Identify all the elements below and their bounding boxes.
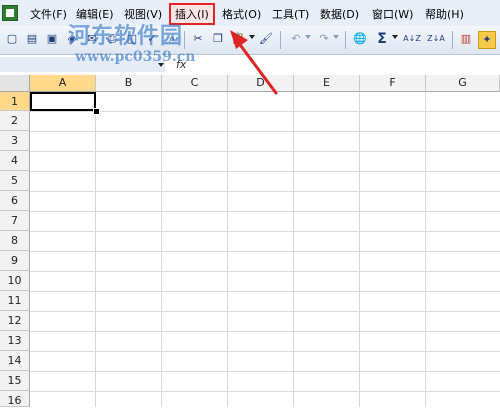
undo-dropdown-icon[interactable] — [305, 35, 311, 39]
save-icon[interactable]: ▣ — [44, 31, 60, 47]
menu-file[interactable]: 文件(F) — [30, 6, 67, 22]
gridline-vertical — [293, 92, 294, 407]
gridline-horizontal — [30, 171, 500, 172]
menu-format[interactable]: 格式(O) — [222, 6, 261, 22]
autosum-icon[interactable]: Σ — [374, 31, 390, 47]
gridline-vertical — [425, 92, 426, 407]
row-header-8[interactable]: 8 — [0, 231, 30, 251]
worksheet-grid[interactable]: A B C D E F G 1 2 3 4 5 6 7 8 9 10 11 12… — [0, 75, 500, 407]
format-painter-icon[interactable]: 🖌 — [258, 31, 274, 47]
row-header-14[interactable]: 14 — [0, 351, 30, 371]
column-header-b[interactable]: B — [96, 75, 162, 92]
new-document-icon[interactable]: ▢ — [4, 31, 20, 47]
gridline-horizontal — [30, 351, 500, 352]
open-folder-icon[interactable]: ▤ — [24, 31, 40, 47]
gridline-horizontal — [30, 331, 500, 332]
gridline-horizontal — [30, 191, 500, 192]
column-header-e[interactable]: E — [294, 75, 360, 92]
row-header-4[interactable]: 4 — [0, 151, 30, 171]
row-header-12[interactable]: 12 — [0, 311, 30, 331]
redo-dropdown-icon[interactable] — [333, 35, 339, 39]
toolbar-separator — [452, 31, 453, 49]
redo-icon[interactable]: ↷ — [316, 31, 332, 47]
gridline-horizontal — [30, 111, 500, 112]
row-header-6[interactable]: 6 — [0, 191, 30, 211]
gridline-horizontal — [30, 311, 500, 312]
column-header-a[interactable]: A — [30, 75, 96, 92]
copy-icon[interactable]: ❐ — [210, 31, 226, 47]
undo-icon[interactable]: ↶ — [288, 31, 304, 47]
paste-dropdown-icon[interactable] — [249, 35, 255, 39]
gridline-horizontal — [30, 391, 500, 392]
gridline-horizontal — [30, 231, 500, 232]
toolbar-separator — [280, 31, 281, 49]
gridline-horizontal — [30, 291, 500, 292]
sort-ascending-icon[interactable]: A↓Z — [402, 31, 422, 47]
active-cell-a1[interactable] — [30, 92, 96, 111]
gridline-vertical — [359, 92, 360, 407]
menu-data[interactable]: 数据(D) — [320, 6, 359, 22]
row-header-7[interactable]: 7 — [0, 211, 30, 231]
row-header-16[interactable]: 16 — [0, 391, 30, 407]
row-header-5[interactable]: 5 — [0, 171, 30, 191]
column-header-d[interactable]: D — [228, 75, 294, 92]
gridline-horizontal — [30, 271, 500, 272]
fill-handle[interactable] — [93, 108, 100, 115]
menu-help[interactable]: 帮助(H) — [425, 6, 464, 22]
column-header-f[interactable]: F — [360, 75, 426, 92]
excel-app-icon[interactable] — [2, 5, 18, 21]
row-header-2[interactable]: 2 — [0, 111, 30, 131]
row-header-11[interactable]: 11 — [0, 291, 30, 311]
cut-icon[interactable]: ✂ — [190, 31, 206, 47]
menu-window[interactable]: 窗口(W) — [372, 6, 413, 22]
row-header-9[interactable]: 9 — [0, 251, 30, 271]
row-header-13[interactable]: 13 — [0, 331, 30, 351]
toolbar-separator — [184, 31, 185, 49]
chart-wizard-icon[interactable]: ▥ — [458, 31, 474, 47]
gridline-horizontal — [30, 131, 500, 132]
sort-descending-icon[interactable]: Z↓A — [426, 31, 446, 47]
autosum-dropdown-icon[interactable] — [392, 35, 398, 39]
menu-tools[interactable]: 工具(T) — [272, 6, 309, 22]
column-header-c[interactable]: C — [162, 75, 228, 92]
hyperlink-icon[interactable]: 🌐 — [352, 31, 368, 47]
row-header-15[interactable]: 15 — [0, 371, 30, 391]
row-header-1[interactable]: 1 — [0, 92, 30, 111]
select-all-corner[interactable] — [0, 75, 30, 92]
gridline-horizontal — [30, 371, 500, 372]
watermark-url: www.pc0359.cn — [75, 49, 196, 65]
row-header-3[interactable]: 3 — [0, 131, 30, 151]
paste-icon[interactable]: 📋 — [230, 31, 246, 47]
drawing-icon[interactable]: ✦ — [478, 31, 496, 49]
gridline-horizontal — [30, 151, 500, 152]
gridline-horizontal — [30, 211, 500, 212]
gridline-horizontal — [30, 251, 500, 252]
gridline-vertical — [161, 92, 162, 407]
watermark-title: 河东软件园 — [68, 23, 184, 49]
toolbar-separator — [345, 31, 346, 49]
gridline-vertical — [95, 92, 96, 407]
gridline-vertical — [227, 92, 228, 407]
column-header-g[interactable]: G — [426, 75, 500, 92]
row-header-10[interactable]: 10 — [0, 271, 30, 291]
